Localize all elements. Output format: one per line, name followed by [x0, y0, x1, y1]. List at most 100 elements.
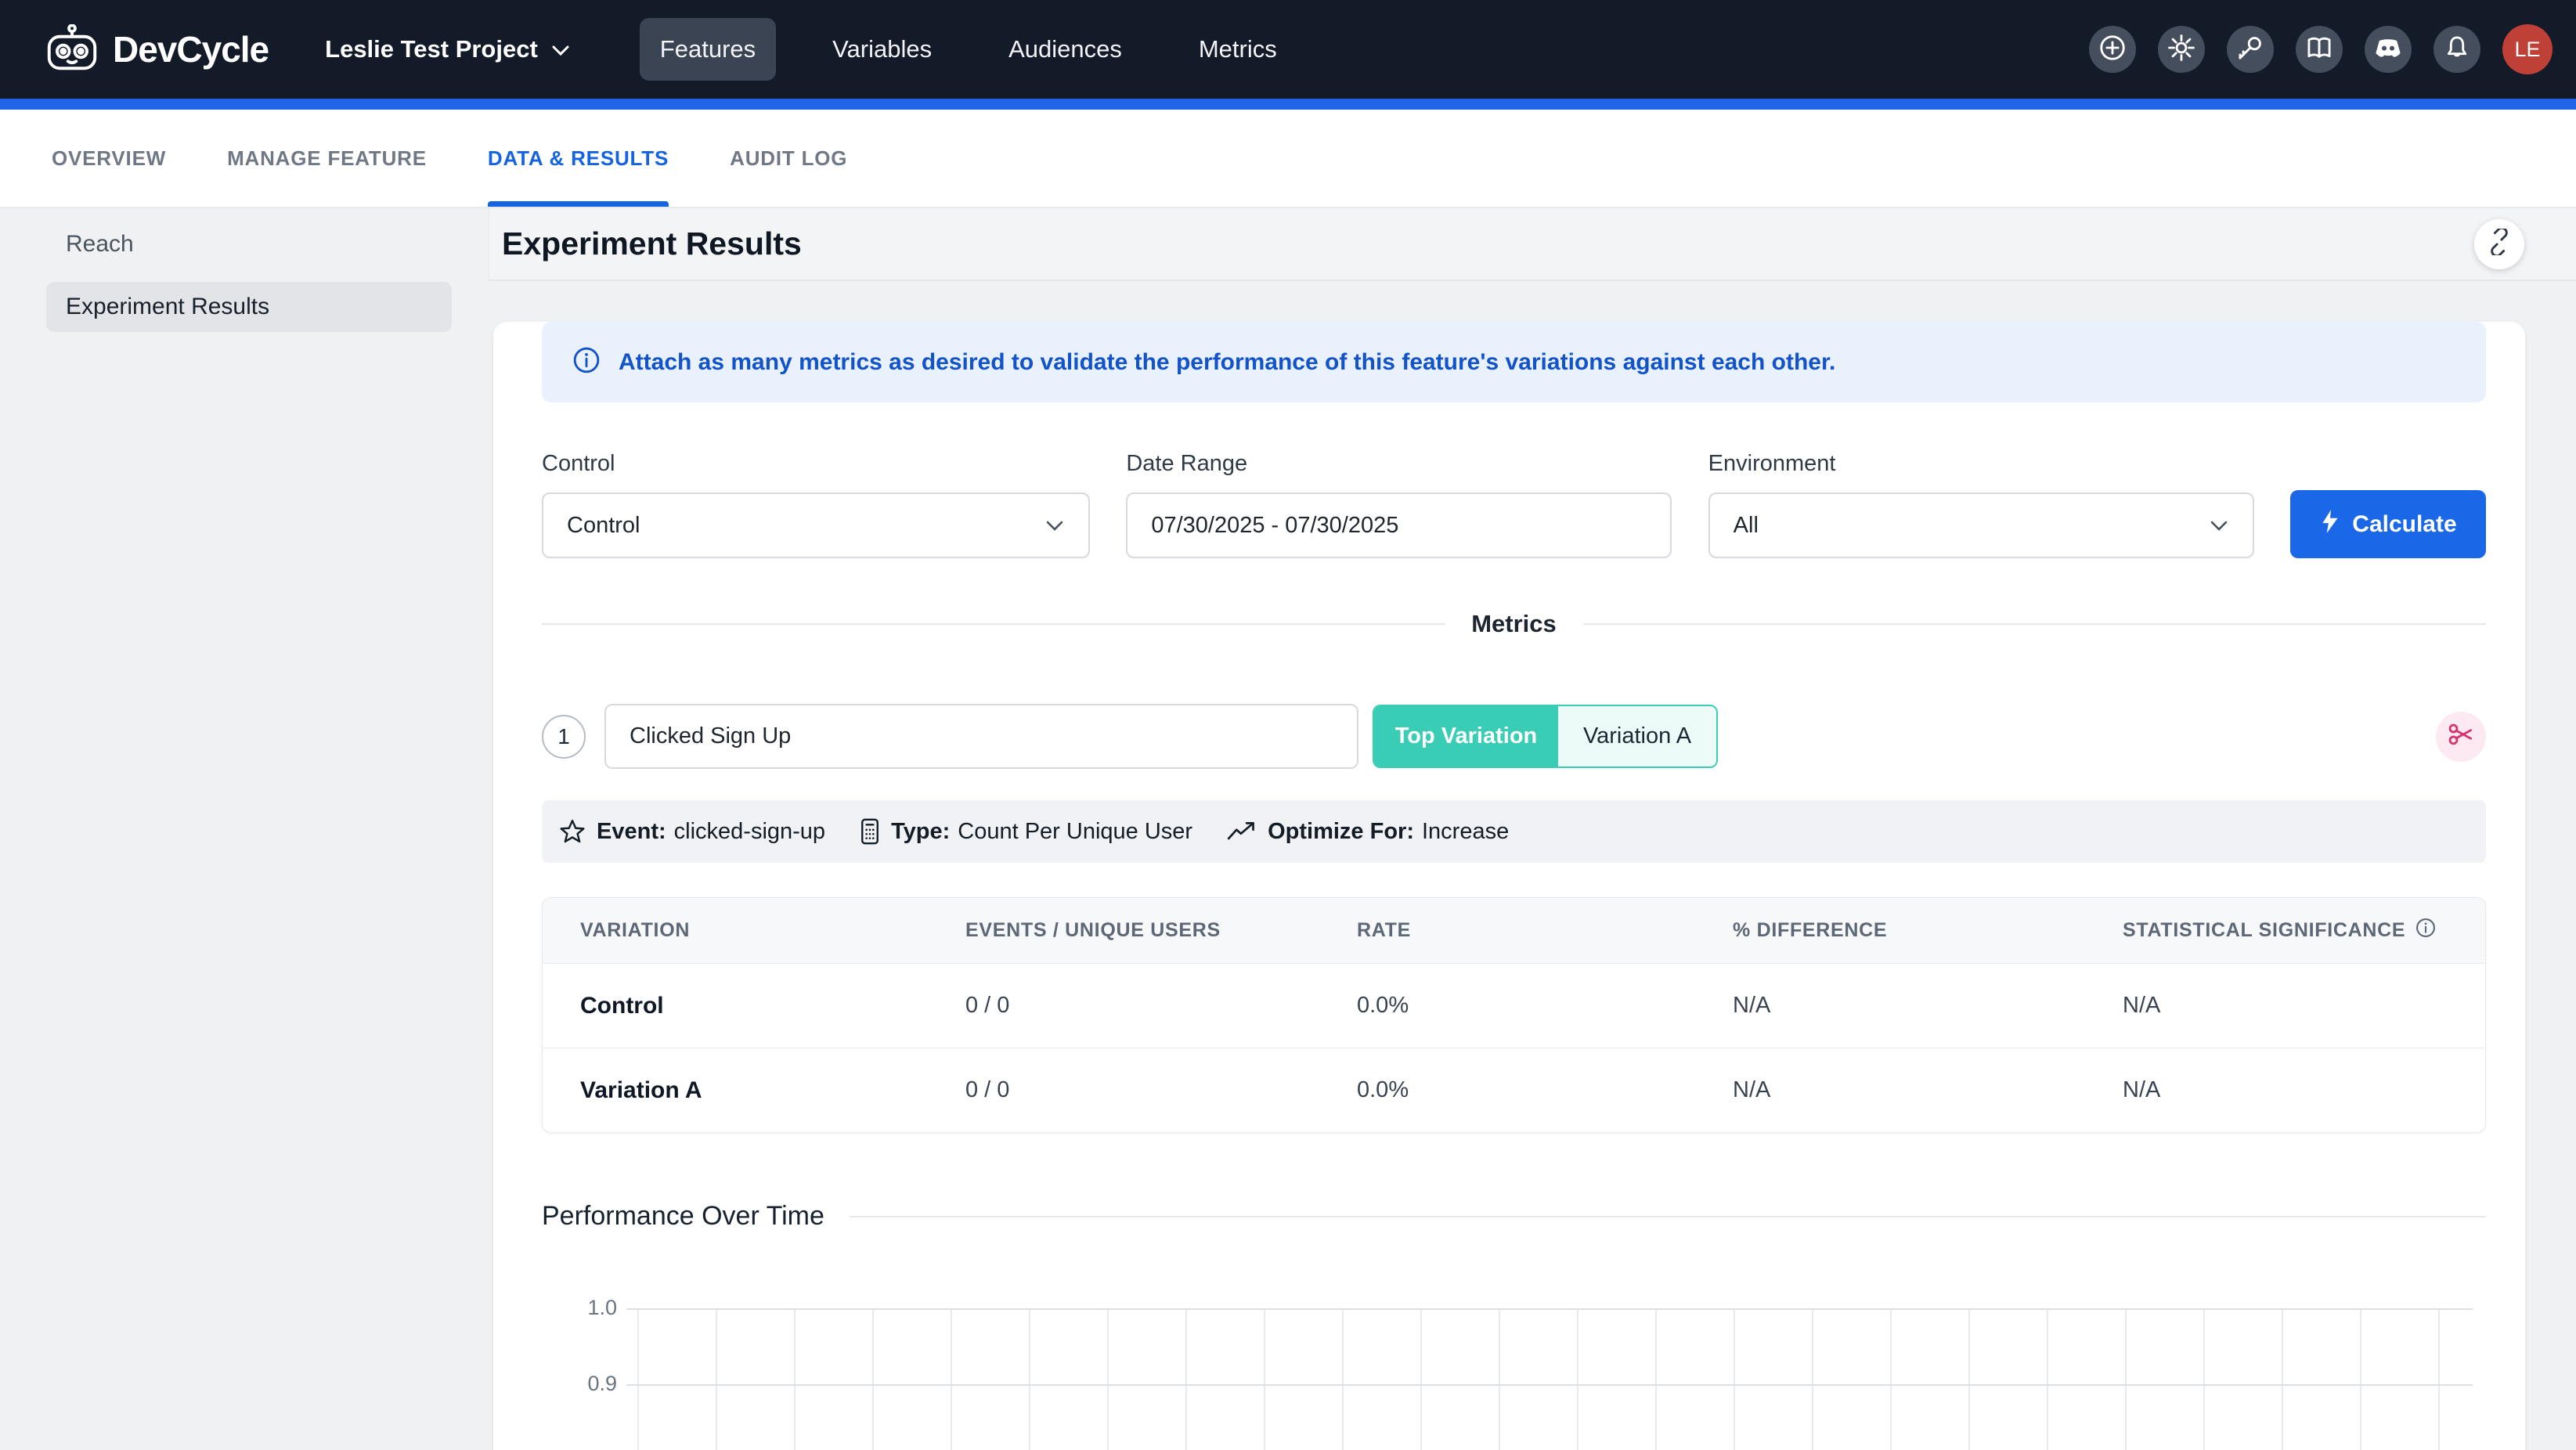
- plus-circle-icon: [2098, 33, 2127, 67]
- chevron-down-icon: [2209, 513, 2229, 539]
- cell-events: 0 / 0: [965, 993, 1357, 1019]
- banner-text: Attach as many metrics as desired to val…: [619, 349, 1835, 376]
- trending-up-icon: [1227, 820, 1257, 843]
- devcycle-robot-icon: [44, 24, 100, 75]
- performance-header: Performance Over Time: [542, 1201, 2486, 1232]
- settings-button[interactable]: [2158, 26, 2205, 73]
- cell-rate: 0.0%: [1357, 1077, 1733, 1103]
- environment-select-value: All: [1734, 513, 1759, 539]
- cell-difference: N/A: [1733, 1077, 2123, 1103]
- nav-item-metrics[interactable]: Metrics: [1178, 18, 1297, 81]
- tab-data-results[interactable]: DATA & RESULTS: [488, 110, 669, 207]
- cell-significance: N/A: [2123, 1077, 2485, 1103]
- date-range-label: Date Range: [1126, 451, 1672, 477]
- info-circle-icon[interactable]: [2415, 917, 2437, 944]
- control-field: Control Control: [542, 451, 1090, 558]
- calculate-label: Calculate: [2352, 511, 2456, 538]
- environment-label: Environment: [1708, 451, 2254, 477]
- performance-chart: 1.0 0.9: [542, 1308, 2486, 1450]
- cell-rate: 0.0%: [1357, 993, 1733, 1019]
- detail-optimize-label: Optimize For:: [1268, 819, 1414, 845]
- col-rate: Rate: [1357, 919, 1733, 942]
- segment-top-variation[interactable]: Top Variation: [1374, 706, 1558, 766]
- tab-manage-feature[interactable]: MANAGE FEATURE: [227, 110, 427, 207]
- chart-plot-area: [637, 1308, 2473, 1450]
- metric-details-strip: Event: clicked-sign-up Type: Count Per U…: [542, 800, 2486, 863]
- date-range-value: 07/30/2025 - 07/30/2025: [1151, 513, 1398, 539]
- main-panel: Experiment Results Attach as many metric…: [489, 208, 2576, 1450]
- metrics-divider-label: Metrics: [1471, 610, 1557, 638]
- nav-item-audiences[interactable]: Audiences: [988, 18, 1142, 81]
- y-axis-tick-label: 0.9: [542, 1372, 617, 1396]
- star-icon: [559, 818, 586, 845]
- nav-actions: LE: [2089, 24, 2553, 74]
- project-selector[interactable]: Leslie Test Project: [325, 35, 571, 63]
- cell-variation: Control: [543, 993, 965, 1019]
- detail-optimize-value: Increase: [1422, 819, 1509, 845]
- key-icon: [2235, 33, 2265, 67]
- gear-icon: [2167, 33, 2196, 67]
- nav-item-features[interactable]: Features: [640, 18, 776, 81]
- segment-variation-a[interactable]: Variation A: [1558, 706, 1716, 766]
- environment-select[interactable]: All: [1708, 492, 2254, 558]
- docs-button[interactable]: [2296, 26, 2343, 73]
- environment-field: Environment All: [1708, 451, 2254, 558]
- link-chain-icon: [2486, 229, 2513, 259]
- page-header: Experiment Results: [489, 208, 2576, 281]
- page-title: Experiment Results: [502, 225, 802, 262]
- accent-progress-bar: [0, 99, 2576, 110]
- api-keys-button[interactable]: [2227, 26, 2274, 73]
- col-difference: % Difference: [1733, 919, 2123, 942]
- discord-button[interactable]: [2365, 26, 2412, 73]
- detail-type-value: Count Per Unique User: [958, 819, 1192, 845]
- tab-audit-log[interactable]: AUDIT LOG: [730, 110, 847, 207]
- control-select[interactable]: Control: [542, 492, 1090, 558]
- lightning-icon: [2319, 509, 2341, 540]
- sidebar-item-reach[interactable]: Reach: [46, 219, 452, 269]
- date-range-field: Date Range 07/30/2025 - 07/30/2025: [1126, 451, 1672, 558]
- sidebar-item-experiment-results[interactable]: Experiment Results: [46, 282, 452, 332]
- cell-events: 0 / 0: [965, 1077, 1357, 1103]
- metric-name-input[interactable]: [604, 704, 1358, 769]
- gridline-1-0: [626, 1308, 2473, 1310]
- metric-index-badge: 1: [542, 715, 586, 759]
- copy-link-button[interactable]: [2474, 219, 2524, 269]
- control-select-value: Control: [567, 513, 640, 539]
- results-table: Variation Events / Unique Users Rate % D…: [542, 897, 2486, 1133]
- tab-overview[interactable]: OVERVIEW: [52, 110, 166, 207]
- detail-optimize: Optimize For: Increase: [1227, 819, 1509, 845]
- detail-event-label: Event:: [597, 819, 666, 845]
- info-banner: Attach as many metrics as desired to val…: [542, 322, 2486, 402]
- nav-item-variables[interactable]: Variables: [812, 18, 952, 81]
- remove-metric-button[interactable]: [2436, 712, 2486, 762]
- brand-logo[interactable]: DevCycle: [44, 24, 269, 75]
- chevron-down-icon: [1044, 513, 1065, 539]
- cell-difference: N/A: [1733, 993, 2123, 1019]
- chevron-down-icon: [550, 35, 571, 63]
- info-circle-icon: [572, 345, 601, 379]
- experiment-results-card: Attach as many metrics as desired to val…: [493, 322, 2525, 1450]
- book-icon: [2304, 33, 2334, 67]
- create-new-button[interactable]: [2089, 26, 2136, 73]
- metric-row: 1 Top Variation Variation A: [542, 704, 2486, 769]
- table-row: Variation A 0 / 0 0.0% N/A N/A: [543, 1048, 2485, 1132]
- col-variation: Variation: [543, 919, 965, 942]
- col-significance: Statistical Significance: [2123, 917, 2485, 944]
- calculate-button[interactable]: Calculate: [2290, 490, 2486, 558]
- y-axis-tick-label: 1.0: [542, 1296, 617, 1320]
- detail-type: Type: Count Per Unique User: [860, 817, 1192, 846]
- user-avatar[interactable]: LE: [2502, 24, 2553, 74]
- notifications-button[interactable]: [2433, 26, 2480, 73]
- date-range-input[interactable]: 07/30/2025 - 07/30/2025: [1126, 492, 1672, 558]
- control-label: Control: [542, 451, 1090, 477]
- table-header-row: Variation Events / Unique Users Rate % D…: [543, 898, 2485, 963]
- calculator-icon: [860, 817, 880, 846]
- project-name: Leslie Test Project: [325, 35, 538, 63]
- detail-type-label: Type:: [891, 819, 950, 845]
- cell-variation: Variation A: [543, 1077, 965, 1104]
- top-navbar: DevCycle Leslie Test Project Features Va…: [0, 0, 2576, 99]
- performance-title: Performance Over Time: [542, 1201, 824, 1232]
- gridline-0-9: [626, 1384, 2473, 1386]
- divider-line-right: [1583, 623, 2486, 625]
- col-significance-label: Statistical Significance: [2123, 919, 2405, 942]
